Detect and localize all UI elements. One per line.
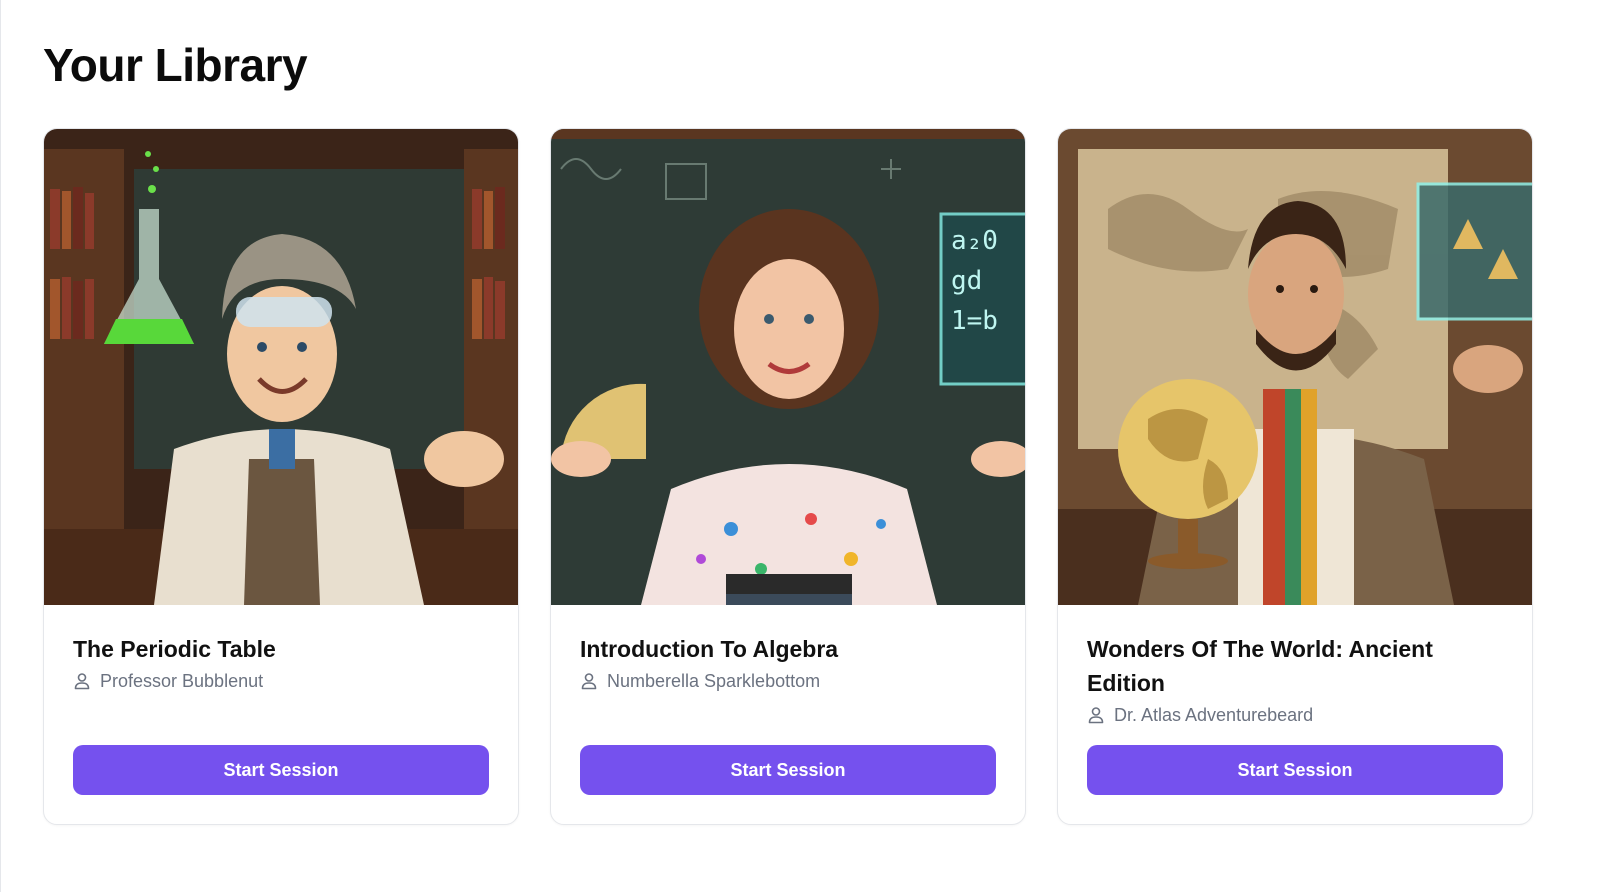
start-session-button[interactable]: Start Session xyxy=(73,745,489,795)
course-title: The Periodic Table xyxy=(73,636,276,662)
course-image-math-teacher: a₂0 gd 1=b xyxy=(551,129,1025,605)
course-image-explorer xyxy=(1058,129,1532,605)
course-card: Wonders Of The World: Ancient Edition Dr… xyxy=(1057,128,1533,825)
user-icon xyxy=(1088,707,1104,724)
card-body: Wonders Of The World: Ancient Edition Dr… xyxy=(1087,632,1503,824)
user-icon xyxy=(74,673,90,690)
author-name: Professor Bubblenut xyxy=(100,670,264,691)
author-name: Dr. Atlas Adventurebeard xyxy=(1114,704,1314,725)
course-title: Wonders Of The World: Ancient Edition xyxy=(1087,636,1433,696)
card-body: Introduction To Algebra Numberella Spark… xyxy=(580,632,996,824)
card-body: The Periodic Table Professor Bubblenut S… xyxy=(73,632,489,824)
svg-text:a₂0: a₂0 xyxy=(951,226,998,256)
course-image-scientist xyxy=(44,129,518,605)
page-title: Your Library xyxy=(43,39,308,91)
course-card: The Periodic Table Professor Bubblenut S… xyxy=(43,128,519,825)
course-author: Professor Bubblenut xyxy=(73,670,489,692)
svg-text:1=b: 1=b xyxy=(951,306,998,336)
library-page: Your Library The Periodic Table Professo… xyxy=(0,0,1598,892)
course-author: Dr. Atlas Adventurebeard xyxy=(1087,704,1503,726)
user-icon xyxy=(581,673,597,690)
course-title: Introduction To Algebra xyxy=(580,636,839,662)
start-session-button[interactable]: Start Session xyxy=(580,745,996,795)
svg-text:gd: gd xyxy=(951,266,982,296)
course-card-list: The Periodic Table Professor Bubblenut S… xyxy=(43,128,1533,825)
course-card: a₂0 gd 1=b Introduction To Algebra Numbe… xyxy=(550,128,1026,825)
course-author: Numberella Sparklebottom xyxy=(580,670,996,692)
author-name: Numberella Sparklebottom xyxy=(607,670,821,691)
start-session-button[interactable]: Start Session xyxy=(1087,745,1503,795)
